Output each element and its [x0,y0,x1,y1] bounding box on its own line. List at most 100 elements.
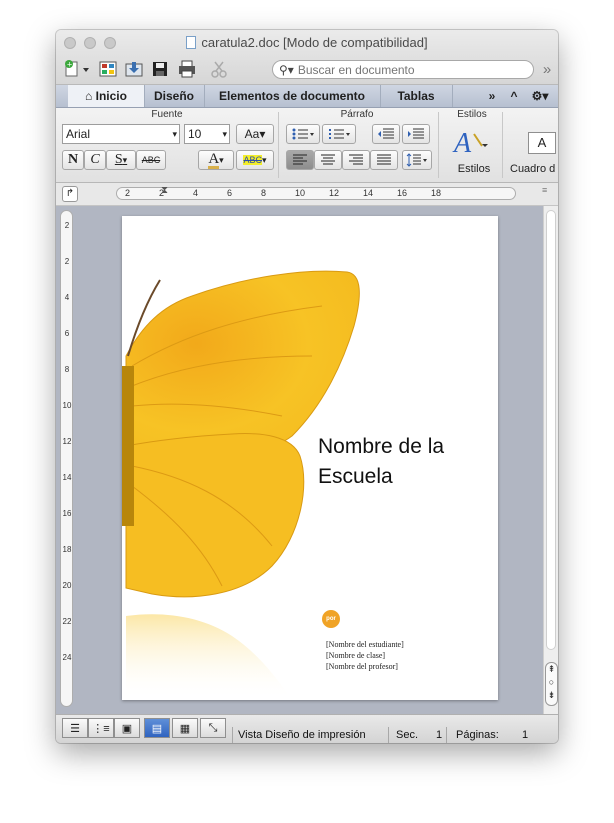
pages-label: Páginas: [456,729,499,741]
indent-marker-icon[interactable]: ⧗ [161,185,168,196]
status-bar: ☰ ⋮≡ ▣ ▤ ▦ ⤡ Vista Diseño de impresión S… [56,714,558,743]
tab-elementos[interactable]: Elementos de documento [204,85,381,107]
increase-indent-button[interactable] [402,124,430,144]
text-box-icon[interactable]: A [528,132,556,154]
change-case-button[interactable]: Aa▾ [236,124,274,144]
teacher-name-placeholder: [Nombre del profesor] [326,662,398,671]
ribbon-settings-gear-icon[interactable]: ⚙▾ [526,85,554,107]
chevron-down-icon: ▾ [222,128,227,139]
student-name-placeholder: [Nombre del estudiante] [326,640,404,649]
ruler-number: 2 [125,188,131,198]
status-separator [232,727,233,743]
ruler-number: 2 [64,221,70,230]
paragraph-group-label: Párrafo [340,109,374,120]
document-page[interactable]: Nombre de la Escuela por [Nombre del est… [122,216,498,700]
line-spacing-icon [406,153,427,167]
collapse-ribbon-icon[interactable]: ^ [504,85,524,107]
horizontal-ruler-bar: ↱ 2 2 4 6 8 10 12 14 16 18 ⧗ ≡ [56,183,558,206]
vertical-ruler[interactable]: 2 2 4 6 8 10 12 14 16 18 20 22 24 [60,210,73,707]
ruler-number: 14 [363,188,374,198]
underline-button[interactable]: S ▾ [106,150,136,170]
document-icon [186,36,197,49]
ruler-number: 10 [295,188,306,198]
search-icon[interactable]: ⚲▾ [279,63,294,77]
home-icon: ⌂ [85,89,93,103]
outline-view-icon[interactable]: ⋮≡ [88,718,114,738]
ruler-number: 6 [227,188,233,198]
status-separator [388,727,389,743]
font-color-icon: A [208,150,220,169]
publishing-view-icon[interactable]: ▣ [114,718,140,738]
ruler-number: 4 [64,293,70,302]
ruler-number: 12 [62,437,72,446]
decrease-indent-button[interactable] [372,124,400,144]
ribbon-separator [438,112,439,178]
new-document-button[interactable]: + [60,58,94,80]
title-bar: caratula2.doc [Modo de compatibilidad] +… [56,30,558,85]
horizontal-ruler[interactable]: 2 2 4 6 8 10 12 14 16 18 ⧗ [116,185,516,200]
align-center-button[interactable] [314,150,342,170]
print-icon[interactable] [174,58,200,80]
bullet-list-icon [292,128,314,140]
split-view-icon[interactable]: ≡ [542,185,556,203]
gallery-icon[interactable] [96,58,120,80]
open-folder-icon[interactable] [122,58,146,80]
tab-tablas[interactable]: Tablas [380,85,453,107]
vertical-scrollbar[interactable]: ⇞ ○ ⇟ [543,206,558,714]
align-right-button[interactable] [342,150,370,170]
font-size-select[interactable]: 10 ▾ [184,124,230,144]
tab-inicio[interactable]: ⌂ Inicio [68,85,145,107]
svg-text:+: + [67,61,73,69]
focus-view-icon[interactable]: ⤡ [200,718,226,738]
save-icon[interactable] [148,58,172,80]
document-area: 2 2 4 6 8 10 12 14 16 18 20 22 24 Nombre… [56,206,543,714]
ribbon-separator [502,112,503,178]
strikethrough-button[interactable]: ABC [136,150,166,170]
scrollbar-thumb[interactable] [546,210,556,650]
page-nav-icon[interactable]: ⇞ ○ ⇟ [545,662,558,706]
word-window: caratula2.doc [Modo de compatibilidad] +… [56,30,558,743]
ribbon-tabs: ⌂ Inicio Diseño Elementos de documento T… [56,85,558,108]
print-layout-view-icon[interactable]: ▤ [144,718,170,738]
change-case-icon: Aa▾ [244,127,266,141]
cut-icon[interactable] [208,58,230,80]
view-mode-label: Vista Diseño de impresión [238,729,366,741]
ruler-number: 4 [193,188,199,198]
italic-button[interactable]: C [84,150,106,170]
tab-stop-selector-icon[interactable]: ↱ [62,186,78,202]
highlight-icon: ABC [243,155,262,165]
ruler-number: 8 [64,365,70,374]
line-spacing-button[interactable] [402,150,432,170]
highlight-button[interactable]: ABC ▾ [236,150,274,170]
tab-diseno[interactable]: Diseño [144,85,205,107]
toolbar-overflow-icon[interactable]: » [538,58,556,80]
font-group-label: Fuente [151,109,183,120]
font-name-select[interactable]: Arial ▾ [62,124,180,144]
outdent-icon [378,128,394,139]
more-tabs-icon[interactable]: » [482,85,502,107]
styles-a-icon[interactable]: A [452,126,492,159]
status-separator [446,727,447,743]
bullets-button[interactable] [286,124,320,144]
align-right-icon [349,154,363,165]
numbering-button[interactable] [322,124,356,144]
justify-button[interactable] [370,150,398,170]
student-info-block[interactable]: [Nombre del estudiante] [Nombre de clase… [326,639,404,672]
align-left-button[interactable] [286,150,314,170]
draft-view-icon[interactable]: ☰ [62,718,88,738]
ruler-number: 18 [431,188,442,198]
font-color-button[interactable]: A ▾ [198,150,234,170]
window-title: caratula2.doc [Modo de compatibilidad] [56,35,558,50]
ruler-number: 12 [329,188,340,198]
ribbon-separator [278,112,279,178]
school-name-heading[interactable]: Nombre de la Escuela [318,432,444,492]
ruler-number: 6 [64,329,70,338]
bold-button[interactable]: N [62,150,84,170]
notebook-view-icon[interactable]: ▦ [172,718,198,738]
ruler-number: 22 [62,617,72,626]
align-center-icon [321,154,335,165]
search-box[interactable]: ⚲▾ [272,60,534,79]
justify-icon [377,154,391,165]
ruler-number: 10 [62,401,72,410]
search-input[interactable] [293,62,502,77]
